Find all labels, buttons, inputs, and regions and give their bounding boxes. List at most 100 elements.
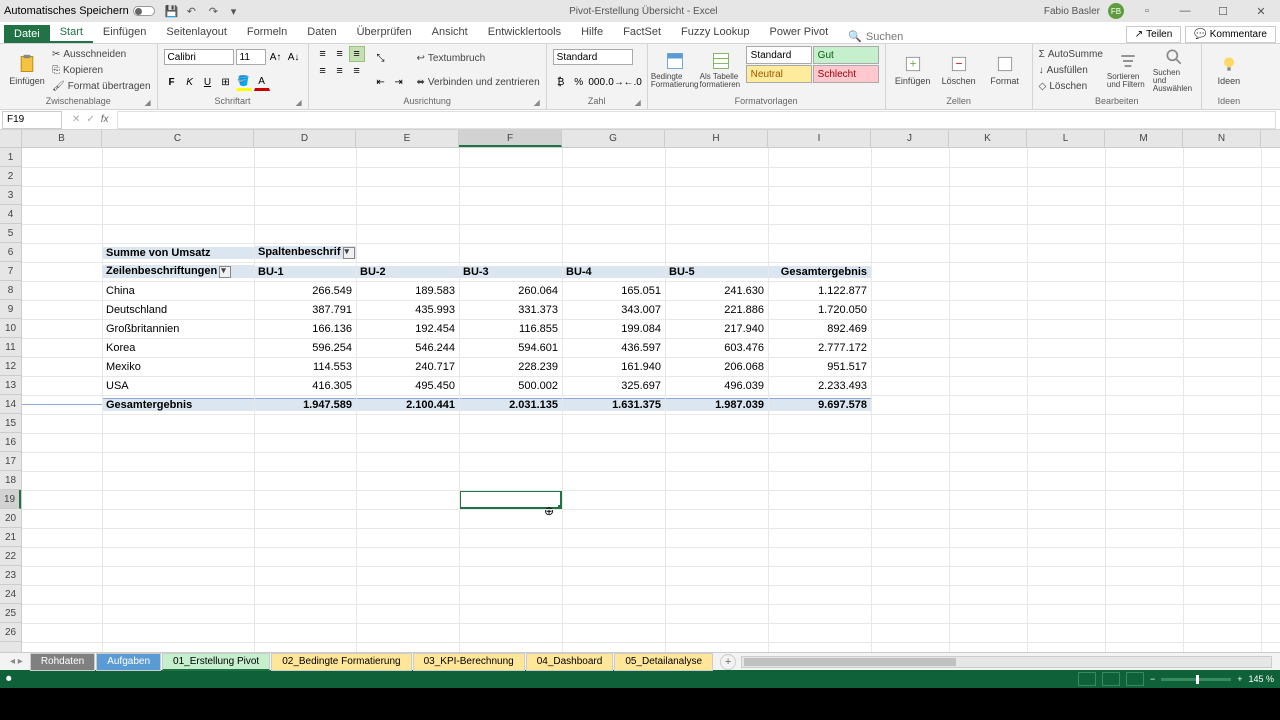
cut-button[interactable]: ✂Ausschneiden (52, 47, 151, 62)
col-header-H[interactable]: H (665, 130, 768, 147)
wrap-text-button[interactable]: ↩Textumbruch (417, 51, 540, 66)
col-header-L[interactable]: L (1027, 130, 1105, 147)
add-sheet-button[interactable]: + (720, 654, 736, 670)
dialog-launcher-icon[interactable]: ◢ (534, 98, 544, 108)
row-header-23[interactable]: 23 (0, 566, 21, 585)
align-bottom-center[interactable]: ≡ (332, 63, 348, 79)
tab-formeln[interactable]: Formeln (237, 23, 297, 43)
grow-font-icon[interactable]: A↑ (268, 49, 284, 65)
percent-button[interactable]: % (571, 75, 587, 91)
find-select-button[interactable]: Suchen und Auswählen (1153, 46, 1195, 94)
thousands-button[interactable]: 000 (589, 75, 605, 91)
row-header-16[interactable]: 16 (0, 433, 21, 452)
horizontal-scrollbar[interactable] (741, 656, 1272, 668)
redo-icon[interactable]: ↷ (209, 5, 221, 17)
col-header-D[interactable]: D (254, 130, 356, 147)
col-header-G[interactable]: G (562, 130, 665, 147)
close-icon[interactable]: ✕ (1246, 2, 1276, 20)
row-header-22[interactable]: 22 (0, 547, 21, 566)
paste-button[interactable]: Einfügen (6, 46, 48, 94)
row-header-18[interactable]: 18 (0, 471, 21, 490)
dialog-launcher-icon[interactable]: ◢ (635, 98, 645, 108)
customize-qat-icon[interactable]: ▾ (231, 5, 243, 17)
fill-button[interactable]: ↓Ausfüllen (1039, 63, 1103, 78)
autosave-toggle[interactable]: Automatisches Speichern (4, 5, 155, 17)
row-header-24[interactable]: 24 (0, 585, 21, 604)
style-gut[interactable]: Gut (813, 46, 879, 64)
page-layout-view-icon[interactable] (1102, 672, 1120, 686)
sheet-tab[interactable]: Aufgaben (96, 653, 161, 671)
zoom-in-icon[interactable]: + (1237, 674, 1242, 684)
row-header-1[interactable]: 1 (0, 148, 21, 167)
row-header-15[interactable]: 15 (0, 414, 21, 433)
merge-button[interactable]: ⬌Verbinden und zentrieren (417, 75, 540, 90)
row-header-21[interactable]: 21 (0, 528, 21, 547)
pivot-row-field-dropdown[interactable]: Zeilenbeschriftungen (102, 265, 254, 277)
row-header-2[interactable]: 2 (0, 167, 21, 186)
sort-filter-button[interactable]: Sortieren und Filtern (1107, 46, 1149, 94)
row-header-6[interactable]: 6 (0, 243, 21, 262)
bold-button[interactable]: F (164, 75, 180, 91)
tab-seitenlayout[interactable]: Seitenlayout (156, 23, 237, 43)
dialog-launcher-icon[interactable]: ◢ (145, 98, 155, 108)
undo-icon[interactable]: ↶ (187, 5, 199, 17)
ribbon-display-icon[interactable]: ▫ (1132, 2, 1162, 20)
sheet-tab[interactable]: 03_KPI-Berechnung (413, 653, 525, 671)
conditional-format-button[interactable]: Bedingte Formatierung (654, 46, 696, 94)
insert-cells-button[interactable]: +Einfügen (892, 46, 934, 94)
font-size-select[interactable] (236, 49, 266, 65)
col-header-B[interactable]: B (22, 130, 102, 147)
decrease-decimal-icon[interactable]: ←.0 (625, 75, 641, 91)
tab-ansicht[interactable]: Ansicht (422, 23, 478, 43)
spreadsheet-grid[interactable]: BCDEFGHIJKLMN 12345678910111213141516171… (0, 130, 1280, 652)
tab-entwicklertools[interactable]: Entwicklertools (478, 23, 571, 43)
user-avatar[interactable]: FB (1108, 3, 1124, 19)
underline-button[interactable]: U (200, 75, 216, 91)
minimize-icon[interactable]: — (1170, 2, 1200, 20)
style-schlecht[interactable]: Schlecht (813, 65, 879, 83)
sheet-tab[interactable]: 01_Erstellung Pivot (162, 653, 270, 671)
maximize-icon[interactable]: ☐ (1208, 2, 1238, 20)
tab-start[interactable]: Start (50, 23, 93, 43)
format-as-table-button[interactable]: Als Tabelle formatieren (700, 46, 742, 94)
cell-styles-gallery[interactable]: Standard Gut Neutral Schlecht (746, 46, 879, 94)
row-header-10[interactable]: 10 (0, 319, 21, 338)
tell-me-search[interactable]: 🔍 Suchen (848, 30, 903, 43)
style-neutral[interactable]: Neutral (746, 65, 812, 83)
row-header-17[interactable]: 17 (0, 452, 21, 471)
format-painter-button[interactable]: 🖌Format übertragen (52, 79, 151, 94)
accept-formula-icon[interactable]: ✓ (86, 114, 94, 125)
autosum-button[interactable]: ΣAutoSumme (1039, 47, 1103, 62)
tab-daten[interactable]: Daten (297, 23, 346, 43)
fill-color-button[interactable]: 🪣 (236, 75, 252, 91)
ideas-button[interactable]: Ideen (1208, 46, 1250, 94)
orientation-button[interactable]: ⤡ (373, 50, 389, 66)
row-header-3[interactable]: 3 (0, 186, 21, 205)
sheet-tab[interactable]: 04_Dashboard (526, 653, 614, 671)
number-format-select[interactable] (553, 49, 633, 65)
comments-button[interactable]: 💬 Kommentare (1185, 26, 1276, 43)
delete-cells-button[interactable]: −Löschen (938, 46, 980, 94)
align-top-right[interactable]: ≡ (349, 46, 365, 62)
row-header-26[interactable]: 26 (0, 623, 21, 642)
row-header-19[interactable]: 19 (0, 490, 21, 509)
tab-hilfe[interactable]: Hilfe (571, 23, 613, 43)
align-bottom-left[interactable]: ≡ (315, 63, 331, 79)
fx-icon[interactable]: fx (101, 114, 109, 125)
tab-fuzzy lookup[interactable]: Fuzzy Lookup (671, 23, 759, 43)
formula-input[interactable] (117, 111, 1276, 129)
row-header-13[interactable]: 13 (0, 376, 21, 395)
col-header-C[interactable]: C (102, 130, 254, 147)
align-bottom-right[interactable]: ≡ (349, 63, 365, 79)
row-header-8[interactable]: 8 (0, 281, 21, 300)
row-header-25[interactable]: 25 (0, 604, 21, 623)
align-top-center[interactable]: ≡ (332, 46, 348, 62)
normal-view-icon[interactable] (1078, 672, 1096, 686)
align-top-left[interactable]: ≡ (315, 46, 331, 62)
row-header-5[interactable]: 5 (0, 224, 21, 243)
cells-area[interactable]: Summe von UmsatzSpaltenbeschrifZeilenbes… (22, 148, 1280, 652)
col-header-N[interactable]: N (1183, 130, 1261, 147)
sheet-nav-buttons[interactable]: ◂ ▸ (4, 656, 29, 667)
style-standard[interactable]: Standard (746, 46, 812, 64)
col-header-M[interactable]: M (1105, 130, 1183, 147)
